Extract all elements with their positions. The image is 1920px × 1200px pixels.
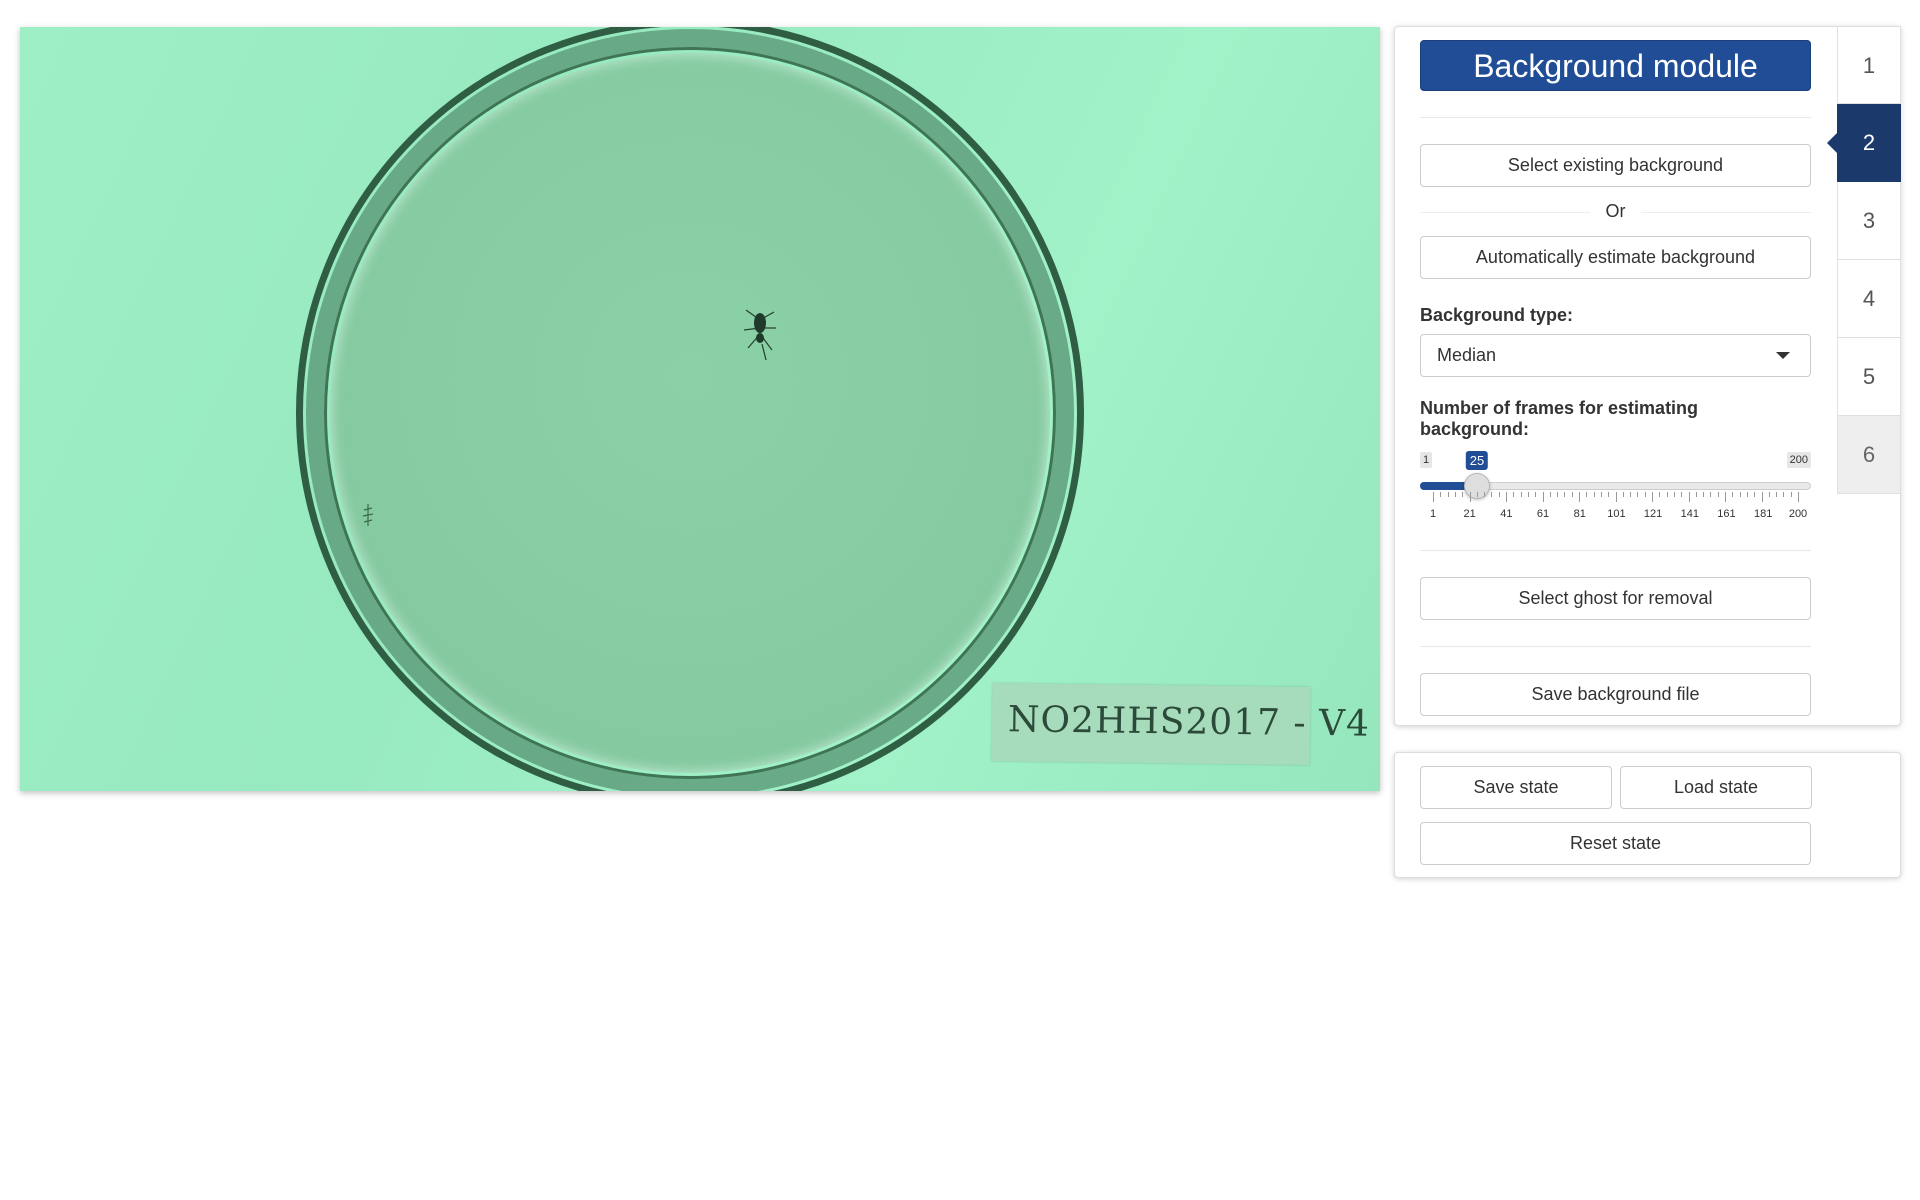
debris-mark	[362, 504, 374, 526]
step-tab-1[interactable]: 1	[1837, 26, 1901, 104]
slider-tick	[1644, 492, 1646, 497]
slider-tick	[1673, 492, 1675, 497]
slider-tick	[1695, 492, 1697, 497]
slider-tick	[1498, 492, 1500, 497]
slider-tick-label: 141	[1680, 508, 1699, 520]
video-frame[interactable]: NO2HHS2017 - V4	[20, 27, 1380, 791]
slider-tick	[1659, 492, 1661, 497]
petri-dish-arena	[330, 53, 1050, 773]
slider-tick	[1557, 492, 1559, 497]
background-type-select[interactable]: Median	[1420, 334, 1811, 377]
slider-ticks	[1420, 492, 1811, 504]
step-tabs: 123456	[1827, 26, 1901, 494]
slider-tick	[1476, 492, 1478, 497]
slider-value-badge: 25	[1465, 451, 1489, 470]
slider-tick	[1440, 492, 1442, 497]
step-tab-6[interactable]: 6	[1837, 416, 1901, 494]
slider-tick	[1586, 492, 1588, 497]
slider-tick	[1454, 492, 1456, 497]
slider-tick-label: 81	[1573, 508, 1586, 520]
slider-tick	[1688, 492, 1690, 502]
background-module-panel: Background module Select existing backgr…	[1394, 26, 1901, 726]
slider-tick	[1732, 492, 1734, 497]
step-tab-4[interactable]: 4	[1837, 260, 1901, 338]
slider-tick	[1637, 492, 1639, 497]
slider-tick	[1746, 492, 1748, 497]
slider-tick	[1527, 492, 1529, 497]
slider-tick	[1615, 492, 1617, 502]
slider-tick	[1776, 492, 1778, 497]
slider-min-badge: 1	[1420, 452, 1433, 468]
load-state-button[interactable]: Load state	[1620, 766, 1812, 809]
select-ghost-button[interactable]: Select ghost for removal	[1420, 577, 1811, 620]
slider-tick-label: 61	[1536, 508, 1550, 520]
slider-tick	[1469, 492, 1471, 502]
step-tab-2[interactable]: 2	[1827, 104, 1901, 182]
slider-tick	[1571, 492, 1573, 497]
slider-tick	[1579, 492, 1580, 502]
slider-tick-label: 200	[1788, 508, 1808, 520]
slider-tick	[1506, 492, 1507, 502]
slider-tick-label: 181	[1753, 508, 1773, 520]
slider-tick	[1798, 492, 1799, 502]
slider-tick	[1433, 492, 1434, 502]
slider-tick	[1542, 492, 1544, 502]
slider-tick	[1725, 492, 1726, 502]
slider-tick	[1652, 492, 1653, 502]
background-type-value: Median	[1437, 345, 1497, 365]
slider-tick-label: 121	[1643, 508, 1663, 520]
slider-tick	[1549, 492, 1551, 497]
slider-max-badge: 200	[1786, 452, 1811, 468]
specimen-label-text: NO2HHS2017 - V4	[1007, 699, 1371, 745]
save-state-button[interactable]: Save state	[1420, 766, 1612, 809]
slider-tick	[1513, 492, 1515, 497]
tracked-insect	[743, 309, 776, 361]
slider-tick-label: 101	[1607, 508, 1626, 520]
slider-tick	[1447, 492, 1449, 497]
module-title-button[interactable]: Background module	[1420, 40, 1811, 91]
slider-tick	[1484, 492, 1486, 497]
save-background-button[interactable]: Save background file	[1420, 673, 1811, 716]
auto-estimate-background-button[interactable]: Automatically estimate background	[1420, 236, 1811, 279]
slider-tick	[1535, 492, 1537, 497]
caret-down-icon	[1776, 352, 1790, 359]
step-tab-5[interactable]: 5	[1837, 338, 1901, 416]
slider-tick-label: 21	[1463, 508, 1476, 520]
slider-tick	[1462, 492, 1464, 497]
or-separator: Or	[1420, 201, 1811, 223]
step-tab-3[interactable]: 3	[1837, 182, 1901, 260]
slider-tick-label: 161	[1717, 508, 1736, 520]
slider-tick	[1768, 492, 1770, 497]
reset-state-button[interactable]: Reset state	[1420, 822, 1811, 865]
slider-tick	[1666, 492, 1668, 497]
slider-tick	[1790, 492, 1792, 497]
state-panel: Save state Load state Reset state	[1394, 752, 1901, 878]
slider-tick	[1710, 492, 1712, 497]
slider-tick	[1564, 492, 1566, 497]
slider-tick	[1717, 492, 1719, 497]
slider-tick	[1520, 492, 1522, 497]
slider-tick	[1630, 492, 1632, 497]
slider-tick	[1739, 492, 1741, 497]
slider-tick	[1491, 492, 1493, 497]
slider-tick	[1622, 492, 1624, 497]
select-existing-background-button[interactable]: Select existing background	[1420, 144, 1811, 187]
slider-tick	[1608, 492, 1610, 497]
slider-tick-label: 1	[1429, 508, 1437, 520]
slider-tick	[1703, 492, 1705, 497]
slider-tick	[1783, 492, 1785, 497]
frames-slider[interactable]: 1 200 25 1 21 41 61 81 101 121 141 161 181 200	[1420, 451, 1811, 524]
slider-tick-label: 41	[1500, 508, 1513, 520]
background-type-label: Background type:	[1420, 305, 1574, 325]
slider-tick	[1754, 492, 1756, 497]
specimen-label: NO2HHS2017 - V4	[991, 683, 1370, 765]
slider-tick	[1593, 492, 1595, 497]
slider-tick	[1761, 492, 1763, 502]
slider-tick	[1600, 492, 1602, 497]
frames-label: Number of frames for estimating backgrou…	[1420, 398, 1699, 439]
slider-tick	[1681, 492, 1683, 497]
